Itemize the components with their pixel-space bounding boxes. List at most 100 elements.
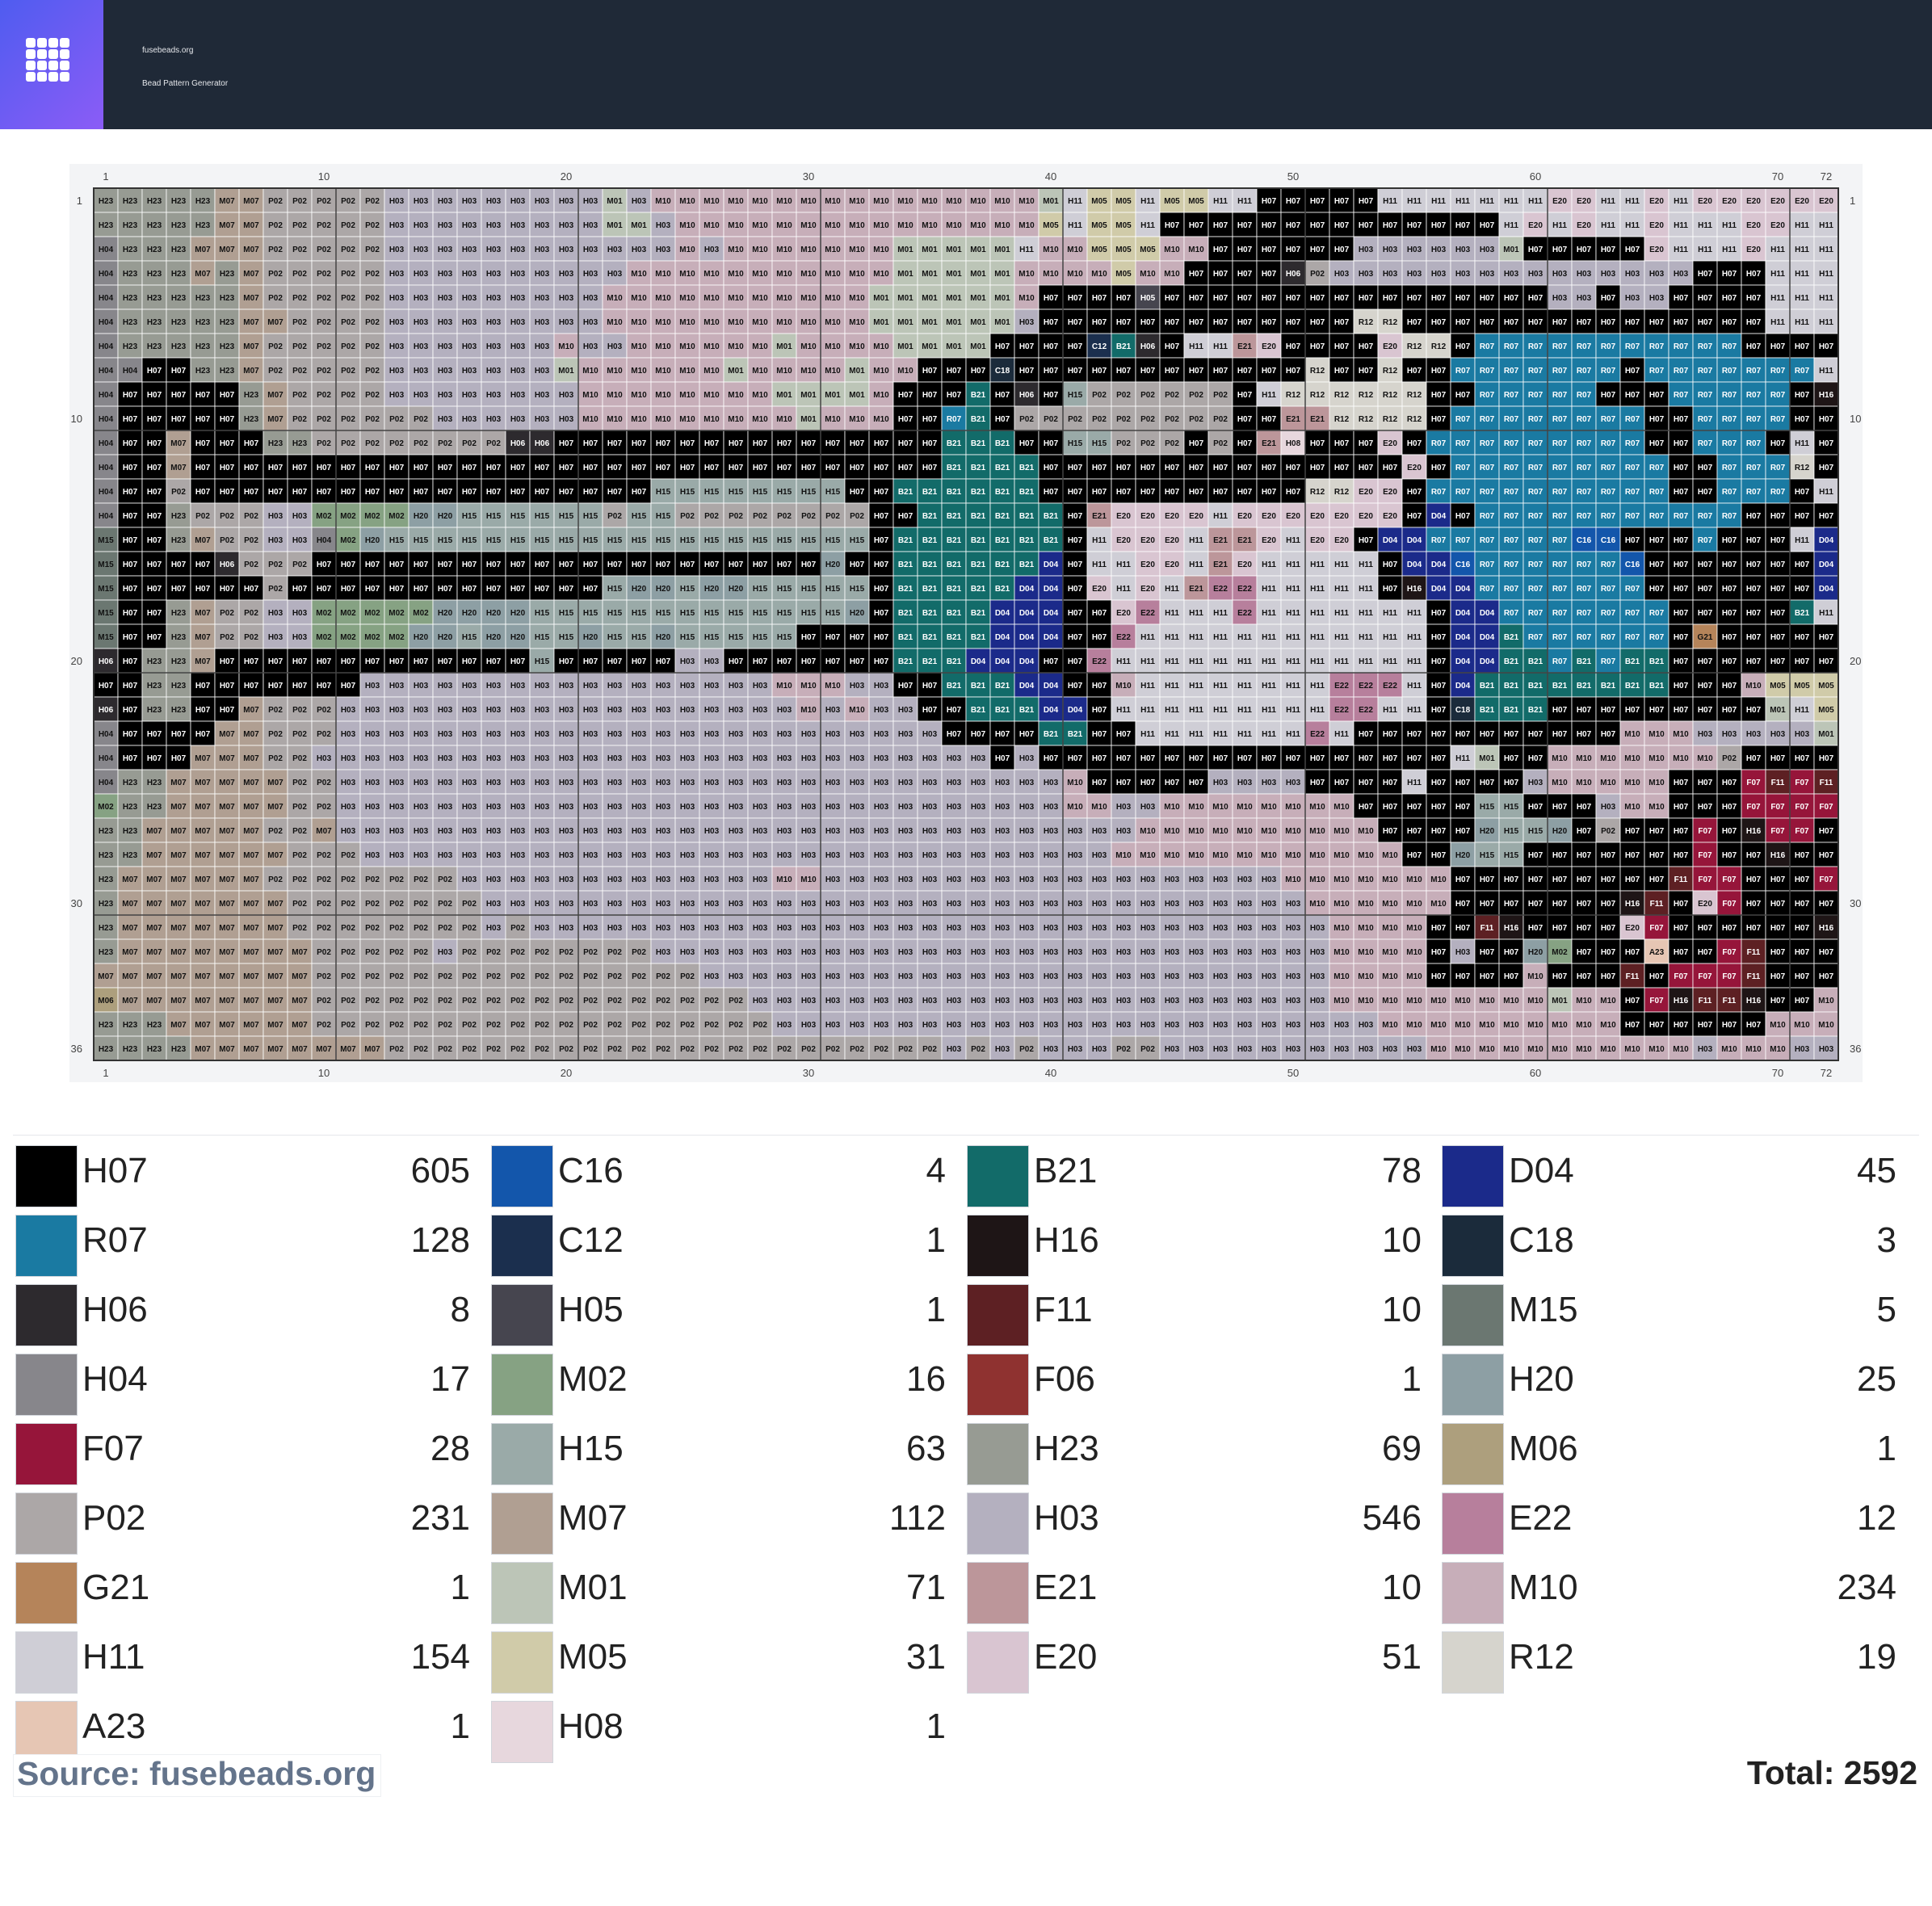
bead-code: M01 xyxy=(897,318,914,327)
bead-code: H07 xyxy=(1625,948,1640,957)
bead-code: H23 xyxy=(147,1021,162,1030)
bead-code: H15 xyxy=(704,536,720,545)
bead-code: E20 xyxy=(1795,197,1809,206)
bead-code: H04 xyxy=(99,415,114,424)
bead-code: H07 xyxy=(147,391,162,400)
bead-code: H07 xyxy=(1334,342,1350,351)
bead-code: R07 xyxy=(1552,342,1568,351)
bead-code: H07 xyxy=(1577,803,1592,812)
bead-code: H03 xyxy=(341,754,356,763)
bead-code: R07 xyxy=(1577,633,1592,642)
bead-code: P02 xyxy=(729,512,743,521)
logo[interactable] xyxy=(0,0,103,129)
site-name[interactable]: fusebeads.org xyxy=(142,46,193,55)
bead-code: H07 xyxy=(729,560,744,569)
bead-code: P02 xyxy=(462,948,477,957)
bead-code: P02 xyxy=(1165,439,1179,448)
bead-code: H07 xyxy=(1334,221,1350,230)
bead-code: H07 xyxy=(1044,318,1059,327)
bead-code: H07 xyxy=(1019,367,1035,376)
bead-code: H07 xyxy=(510,657,526,666)
bead-code: H11 xyxy=(1528,197,1543,206)
bead-code: H03 xyxy=(1455,270,1471,279)
bead-code: H07 xyxy=(583,585,598,594)
bead-code: M07 xyxy=(267,997,284,1005)
bead-pattern: H23 H23 H23 H23 H23 M07 M07 P02 P02 P02 P02 P02 H03 H… xyxy=(69,164,1863,1082)
bead-code: M10 xyxy=(728,221,744,230)
bead-code: H07 xyxy=(1746,536,1762,545)
bead-code: H03 xyxy=(462,779,477,787)
bead-code: P02 xyxy=(341,221,355,230)
bead-code: H11 xyxy=(1334,730,1349,739)
bead-code: H11 xyxy=(1407,633,1422,642)
bead-code: M10 xyxy=(582,367,598,376)
bead-code: M07 xyxy=(170,924,187,933)
bead-code: H11 xyxy=(1359,585,1373,594)
bead-code: M01 xyxy=(825,391,841,400)
bead-code: H07 xyxy=(171,585,187,594)
bead-code: M10 xyxy=(1576,997,1592,1005)
bead-code: H07 xyxy=(583,464,598,472)
bead-code: E20 xyxy=(1383,439,1397,448)
bead-code: H07 xyxy=(1455,221,1471,230)
bead-code: H03 xyxy=(535,342,550,351)
bead-code: H07 xyxy=(220,415,235,424)
bead-code: H03 xyxy=(704,827,720,836)
bead-code: M10 xyxy=(1697,754,1713,763)
bead-code: H07 xyxy=(1674,318,1689,327)
bead-code: M07 xyxy=(219,803,235,812)
bead-code: P02 xyxy=(438,900,452,909)
bead-code: M10 xyxy=(1358,875,1374,884)
bead-code: H07 xyxy=(801,464,817,472)
bead-code: P02 xyxy=(268,585,283,594)
bead-code: H07 xyxy=(292,585,308,594)
bead-code: H03 xyxy=(583,730,598,739)
bead-code: H07 xyxy=(1068,754,1083,763)
bead-code: H15 xyxy=(680,609,695,618)
bead-code: H03 xyxy=(971,900,986,909)
bead-code: H07 xyxy=(535,464,550,472)
bead-code: R07 xyxy=(1746,464,1762,472)
bead-code: H03 xyxy=(777,779,792,787)
bead-code: M10 xyxy=(1406,900,1422,909)
bead-code: H03 xyxy=(1068,1021,1083,1030)
bead-code: H07 xyxy=(365,464,380,472)
bead-code: H03 xyxy=(583,197,598,206)
bead-code: P02 xyxy=(292,560,307,569)
bead-code: P02 xyxy=(389,875,404,884)
bead-code: H07 xyxy=(1625,827,1640,836)
bead-code: H11 xyxy=(1359,609,1373,618)
bead-code: B21 xyxy=(1504,657,1519,666)
bead-code: H11 xyxy=(1795,221,1809,230)
bead-code: H11 xyxy=(1116,585,1131,594)
bead-code: H07 xyxy=(1431,464,1447,472)
bead-code: H03 xyxy=(1092,900,1107,909)
bead-code: H03 xyxy=(607,827,623,836)
bead-code: H07 xyxy=(874,536,889,545)
bead-code: H03 xyxy=(1068,948,1083,957)
bead-code: F07 xyxy=(1770,803,1785,812)
bead-code: H07 xyxy=(1795,875,1810,884)
bead-code: H11 xyxy=(1819,294,1833,303)
bead-code: H03 xyxy=(1383,270,1398,279)
bead-code: H07 xyxy=(1140,367,1156,376)
bead-code: H11 xyxy=(1795,439,1809,448)
bead-code: R07 xyxy=(1480,560,1495,569)
bead-code: R07 xyxy=(1552,609,1568,618)
bead-code: H07 xyxy=(1213,270,1228,279)
bead-code: H03 xyxy=(535,754,550,763)
bead-code: F11 xyxy=(1723,997,1737,1005)
bead-code: H07 xyxy=(1237,294,1253,303)
bead-code: H07 xyxy=(1237,221,1253,230)
bead-code: E22 xyxy=(1334,706,1349,715)
bead-code: H03 xyxy=(486,318,502,327)
bead-code: H03 xyxy=(922,900,938,909)
bead-code: H03 xyxy=(438,391,453,400)
bead-code: H03 xyxy=(389,827,405,836)
bead-code: P02 xyxy=(753,512,767,521)
bead-code: H15 xyxy=(1068,439,1083,448)
bead-code: M10 xyxy=(1091,803,1107,812)
bead-code: H03 xyxy=(704,246,720,254)
bead-code: H03 xyxy=(1213,779,1228,787)
bead-code: D04 xyxy=(1819,560,1834,569)
